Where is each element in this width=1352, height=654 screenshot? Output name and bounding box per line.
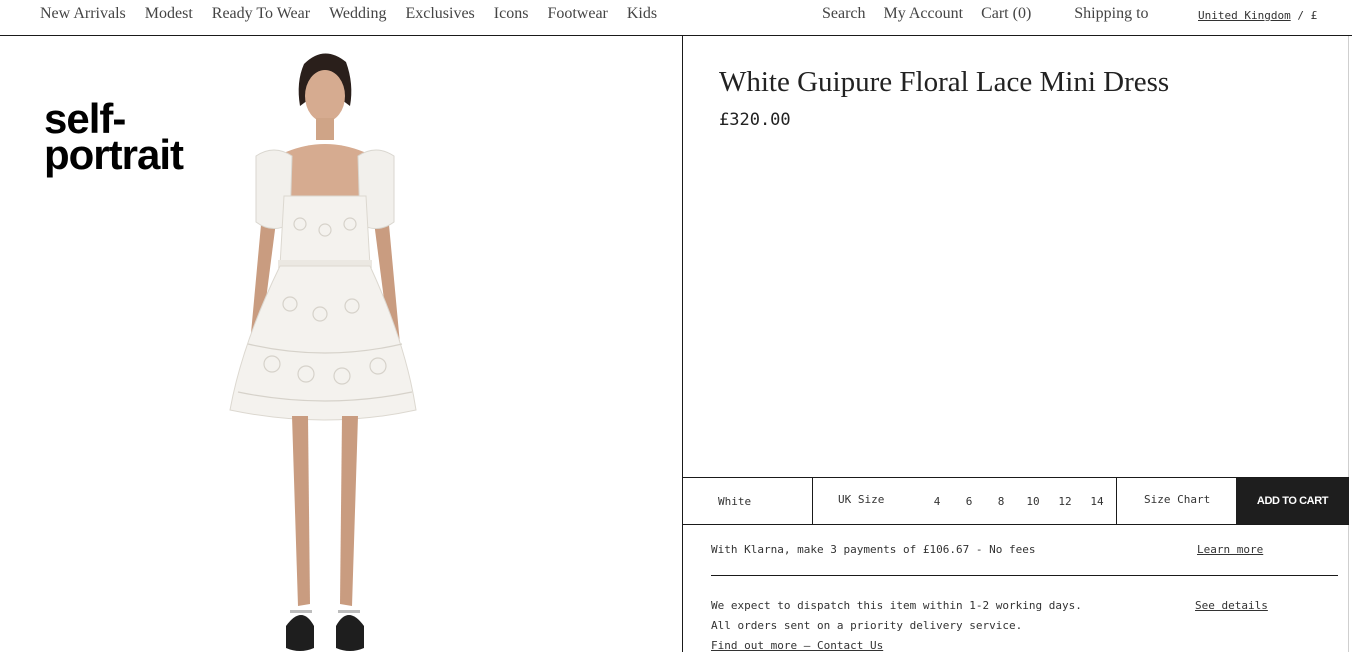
- currency-selector[interactable]: £: [1311, 9, 1318, 22]
- see-details-link[interactable]: See details: [1195, 599, 1268, 612]
- panel-divider: [682, 36, 683, 652]
- product-price: £320.00: [719, 110, 791, 130]
- klarna-learn-more-link[interactable]: Learn more: [1197, 543, 1263, 556]
- size-option-4[interactable]: 4: [921, 495, 953, 508]
- info-divider: [711, 575, 1338, 576]
- locale-separator: /: [1297, 9, 1304, 22]
- size-option-10[interactable]: 10: [1017, 495, 1049, 508]
- scrollbar[interactable]: [1348, 36, 1349, 652]
- nav-ready-to-wear[interactable]: Ready To Wear: [212, 5, 310, 23]
- nav-new-arrivals[interactable]: New Arrivals: [40, 5, 126, 23]
- country-selector[interactable]: United Kingdom: [1198, 9, 1291, 22]
- nav-icons[interactable]: Icons: [494, 5, 529, 23]
- size-selector: UK Size 4 6 8 10 12 14: [813, 478, 1117, 524]
- size-options: 4 6 8 10 12 14: [921, 495, 1113, 508]
- nav-exclusives[interactable]: Exclusives: [405, 5, 474, 23]
- nav-wedding[interactable]: Wedding: [329, 5, 386, 23]
- product-title: White Guipure Floral Lace Mini Dress: [719, 66, 1170, 98]
- cart-link[interactable]: Cart (0): [981, 5, 1031, 23]
- size-option-8[interactable]: 8: [985, 495, 1017, 508]
- search-link[interactable]: Search: [822, 5, 866, 23]
- product-image-panel[interactable]: self- portrait: [0, 36, 682, 652]
- delivery-message: All orders sent on a priority delivery s…: [711, 619, 1023, 632]
- brand-logo[interactable]: self- portrait: [44, 98, 184, 178]
- my-account-link[interactable]: My Account: [884, 5, 964, 23]
- site-header: New Arrivals Modest Ready To Wear Weddin…: [0, 0, 1352, 36]
- size-label: UK Size: [838, 493, 885, 506]
- size-option-6[interactable]: 6: [953, 495, 985, 508]
- product-photo[interactable]: [220, 44, 430, 654]
- klarna-message: With Klarna, make 3 payments of £106.67 …: [711, 543, 1036, 556]
- nav-footwear[interactable]: Footwear: [547, 5, 607, 23]
- size-option-12[interactable]: 12: [1049, 495, 1081, 508]
- contact-us-link[interactable]: Find out more — Contact Us: [711, 639, 883, 652]
- main-nav: New Arrivals Modest Ready To Wear Weddin…: [40, 5, 657, 23]
- size-option-14[interactable]: 14: [1081, 495, 1113, 508]
- logo-line-2: portrait: [44, 131, 184, 178]
- locale-selector: United Kingdom / £: [1198, 9, 1317, 22]
- nav-kids[interactable]: Kids: [627, 5, 657, 23]
- add-to-cart-button[interactable]: ADD TO CART: [1236, 478, 1349, 524]
- dispatch-message: We expect to dispatch this item within 1…: [711, 599, 1082, 612]
- purchase-options-bar: White UK Size 4 6 8 10 12 14 Size Chart …: [683, 477, 1349, 525]
- shipping-label: Shipping to: [1074, 5, 1149, 22]
- color-selector[interactable]: White: [683, 478, 813, 524]
- nav-modest[interactable]: Modest: [145, 5, 193, 23]
- size-chart-button[interactable]: Size Chart: [1117, 478, 1236, 524]
- utility-nav: Search My Account Cart (0) Shipping to: [822, 5, 1149, 23]
